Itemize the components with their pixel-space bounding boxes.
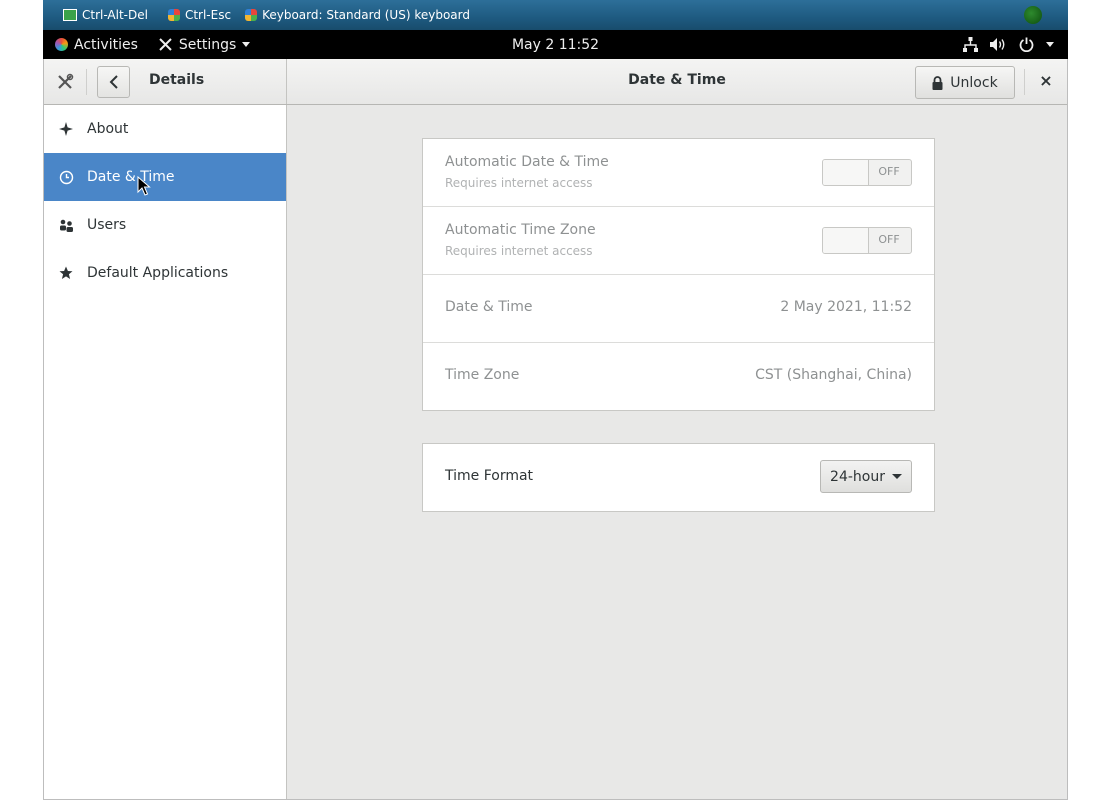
back-button[interactable] bbox=[97, 66, 130, 98]
system-menu[interactable] bbox=[963, 37, 1054, 52]
sidebar-item-label: Users bbox=[87, 217, 127, 233]
windows-icon bbox=[167, 9, 180, 21]
activities-button[interactable]: Activities bbox=[55, 37, 138, 53]
lock-icon bbox=[932, 75, 943, 90]
automatic-time-zone-sublabel: Requires internet access bbox=[445, 244, 593, 258]
unlock-button[interactable]: Unlock bbox=[915, 66, 1015, 99]
close-button[interactable]: × bbox=[1036, 71, 1056, 93]
clock-icon bbox=[58, 169, 74, 185]
network-icon bbox=[963, 37, 978, 52]
keyboard-layout-button[interactable]: Keyboard: Standard (US) keyboard bbox=[245, 8, 470, 22]
star-icon bbox=[58, 265, 74, 281]
chevron-left-icon bbox=[109, 75, 118, 89]
settings-window: Details Date & Time Unlock × About Date … bbox=[43, 59, 1068, 800]
switch-knob bbox=[823, 228, 869, 253]
time-format-label: Time Format bbox=[445, 468, 534, 484]
time-zone-row[interactable]: Time Zone CST (Shanghai, China) bbox=[423, 343, 934, 411]
windows-icon bbox=[245, 9, 258, 21]
sidebar-item-label: About bbox=[87, 121, 129, 137]
keyboard-layout-label: Keyboard: Standard (US) keyboard bbox=[262, 8, 470, 22]
time-zone-value: CST (Shanghai, China) bbox=[755, 367, 912, 383]
time-format-card: Time Format 24-hour bbox=[422, 443, 935, 512]
connection-status-icon bbox=[1024, 6, 1042, 24]
date-time-row[interactable]: Date & Time 2 May 2021, 11:52 bbox=[423, 275, 934, 343]
panel-title: Details bbox=[149, 72, 205, 88]
activities-icon bbox=[55, 38, 68, 51]
sidebar-item-label: Default Applications bbox=[87, 265, 229, 281]
automatic-date-time-switch[interactable]: OFF bbox=[822, 159, 912, 186]
power-icon bbox=[1019, 37, 1034, 52]
switch-state: OFF bbox=[878, 233, 900, 246]
date-time-label: Date & Time bbox=[445, 299, 533, 315]
automatic-time-zone-label: Automatic Time Zone bbox=[445, 222, 596, 238]
automatic-date-time-label: Automatic Date & Time bbox=[445, 154, 609, 170]
top-panel: Activities Settings May 2 11:52 bbox=[43, 30, 1068, 59]
app-menu-button[interactable]: Settings bbox=[158, 36, 251, 53]
sidebar: About Date & Time Users Default Applicat… bbox=[44, 105, 287, 799]
sidebar-item-date-time[interactable]: Date & Time bbox=[44, 153, 286, 201]
divider bbox=[1024, 69, 1025, 95]
ctrl-alt-del-icon bbox=[63, 9, 77, 21]
datetime-settings-card: Automatic Date & Time Requires internet … bbox=[422, 138, 935, 411]
sidebar-item-default-applications[interactable]: Default Applications bbox=[44, 249, 286, 297]
ctrl-esc-button[interactable]: Ctrl-Esc bbox=[167, 8, 232, 22]
automatic-time-zone-row: Automatic Time Zone Requires internet ac… bbox=[423, 207, 934, 275]
time-format-dropdown[interactable]: 24-hour bbox=[820, 460, 912, 493]
automatic-time-zone-switch[interactable]: OFF bbox=[822, 227, 912, 254]
mouse-pointer-icon bbox=[137, 176, 151, 196]
unlock-label: Unlock bbox=[950, 74, 998, 91]
users-icon bbox=[58, 217, 74, 233]
ctrl-alt-del-label: Ctrl-Alt-Del bbox=[82, 8, 148, 22]
clock[interactable]: May 2 11:52 bbox=[512, 37, 599, 53]
tools-icon bbox=[159, 38, 172, 51]
automatic-date-time-row: Automatic Date & Time Requires internet … bbox=[423, 139, 934, 207]
sidebar-item-about[interactable]: About bbox=[44, 105, 286, 153]
tools-icon[interactable] bbox=[56, 73, 74, 91]
activities-label: Activities bbox=[74, 36, 138, 53]
volume-icon bbox=[990, 38, 1005, 51]
time-zone-label: Time Zone bbox=[445, 367, 520, 383]
date-time-value: 2 May 2021, 11:52 bbox=[780, 299, 912, 315]
chevron-down-icon bbox=[1046, 42, 1054, 47]
sidebar-item-users[interactable]: Users bbox=[44, 201, 286, 249]
headerbar: Details Date & Time Unlock × bbox=[44, 59, 1067, 105]
chevron-down-icon bbox=[242, 42, 251, 47]
app-menu-label: Settings bbox=[178, 36, 237, 53]
ctrl-alt-del-button[interactable]: Ctrl-Alt-Del bbox=[63, 8, 148, 22]
headerbar-left: Details bbox=[44, 59, 287, 104]
chevron-down-icon bbox=[891, 474, 902, 479]
star-four-point-icon bbox=[58, 121, 74, 137]
switch-state: OFF bbox=[878, 165, 900, 178]
automatic-date-time-sublabel: Requires internet access bbox=[445, 176, 593, 190]
vnc-toolbar: Ctrl-Alt-Del Ctrl-Esc Keyboard: Standard… bbox=[43, 0, 1068, 30]
sidebar-item-label: Date & Time bbox=[87, 169, 175, 185]
divider bbox=[86, 69, 87, 95]
switch-knob bbox=[823, 160, 869, 185]
time-format-value: 24-hour bbox=[830, 468, 885, 485]
ctrl-esc-label: Ctrl-Esc bbox=[184, 8, 232, 22]
